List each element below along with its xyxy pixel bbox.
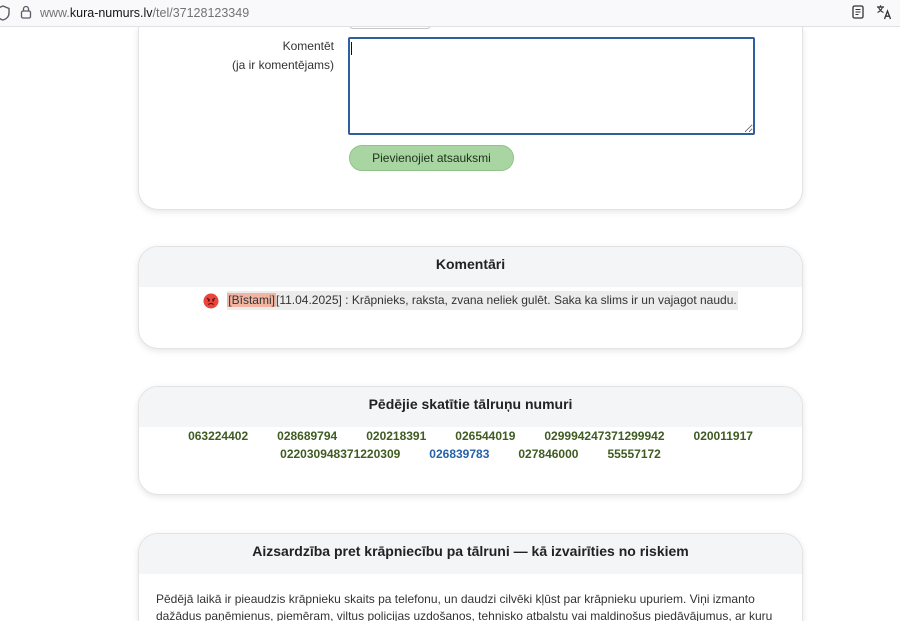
angry-face-icon: [203, 293, 219, 308]
article-card: Aizsardzība pret krāpniecību pa tālruni …: [138, 533, 803, 621]
comment-label-line2: (ja ir komentējams): [231, 58, 334, 72]
recent-numbers-title: Pēdējie skatītie tālruņu numuri: [139, 387, 802, 427]
previous-field[interactable]: [349, 27, 431, 29]
comment-label: Komentēt (ja ir komentējams): [199, 37, 334, 75]
translate-icon[interactable]: [876, 4, 892, 20]
danger-tag: [Bīstami]: [227, 293, 276, 307]
shield-icon[interactable]: [0, 5, 10, 21]
article-paragraph: Pēdējā laikā ir pieaudzis krāpnieku skai…: [156, 592, 773, 621]
recent-number-link[interactable]: 020011917: [694, 427, 753, 445]
submit-review-button[interactable]: Pievienojiet atsauksmi: [349, 145, 514, 171]
recent-number-link[interactable]: 029994247371299942: [544, 427, 664, 445]
comment-date: [11.04.2025]: [275, 293, 342, 307]
url-prefix: www.: [40, 6, 70, 20]
recent-number-link[interactable]: 028689794: [277, 427, 337, 445]
comment-form-card: Komentēt (ja ir komentējams) Pievienojie…: [138, 27, 803, 210]
comment-item: [Bīstami][11.04.2025] : Krāpnieks, rakst…: [139, 291, 802, 310]
url-text[interactable]: www.kura-numurs.lv/tel/37128123349: [40, 5, 249, 21]
recent-number-link[interactable]: 55557172: [607, 445, 660, 463]
recent-numbers-card: Pēdējie skatītie tālruņu numuri 06322440…: [138, 386, 803, 495]
recent-number-link[interactable]: 026544019: [455, 427, 515, 445]
comment-textarea[interactable]: [348, 37, 755, 135]
recent-number-link[interactable]: 022030948371220309: [280, 445, 400, 463]
lock-icon[interactable]: [20, 5, 32, 19]
comment-body: [Bīstami][11.04.2025] : Krāpnieks, rakst…: [227, 291, 738, 310]
url-path: /tel/37128123349: [152, 6, 250, 20]
url-domain: kura-numurs.lv: [69, 6, 153, 20]
comment-label-line1: Komentēt: [282, 39, 334, 53]
text-cursor: [351, 42, 352, 55]
article-title: Aizsardzība pret krāpniecību pa tālruni …: [139, 534, 802, 574]
reader-view-icon[interactable]: [852, 5, 864, 19]
recent-number-link[interactable]: 063224402: [188, 427, 248, 445]
recent-number-link[interactable]: 026839783: [429, 445, 489, 463]
recent-number-link[interactable]: 020218391: [366, 427, 426, 445]
address-bar[interactable]: www.kura-numurs.lv/tel/37128123349: [0, 0, 900, 27]
comments-card: Komentāri [Bīstami][11.04.2025] : Krāpni…: [138, 246, 803, 349]
comment-text: : Krāpnieks, raksta, zvana neliek gulēt.…: [341, 293, 737, 307]
comments-title: Komentāri: [139, 247, 802, 287]
recent-numbers-list: 063224402 028689794 020218391 026544019 …: [139, 427, 802, 463]
recent-number-link[interactable]: 027846000: [518, 445, 578, 463]
